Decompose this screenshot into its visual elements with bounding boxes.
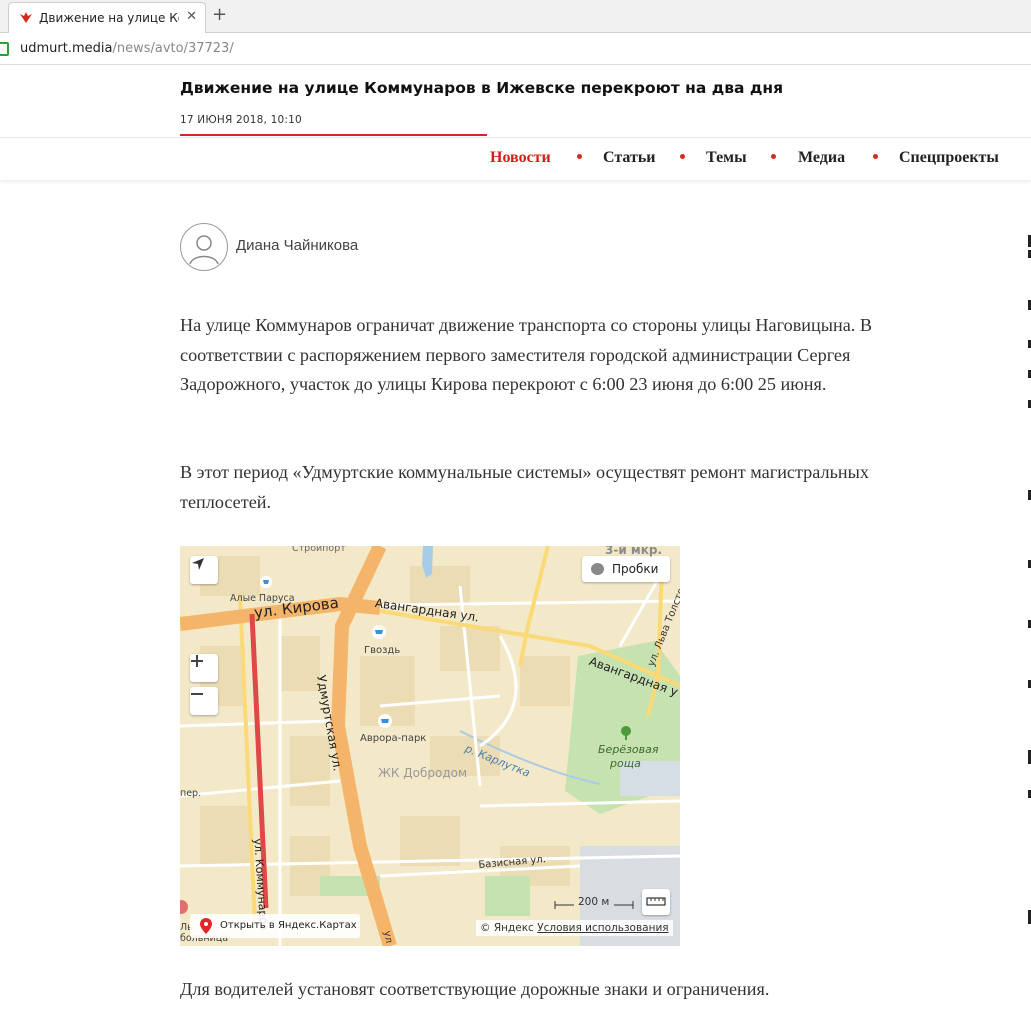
map-label: Стройпорт <box>292 546 346 554</box>
traffic-button[interactable]: Пробки <box>582 556 670 582</box>
secure-lock-icon <box>0 42 9 56</box>
map-label: роща <box>610 757 641 770</box>
article-title: Движение на улице Коммунаров в Ижевске п… <box>180 79 784 97</box>
close-tab-icon[interactable]: ✕ <box>186 9 197 24</box>
nav-item-media[interactable]: Медиа <box>798 149 845 167</box>
article-paragraph: В этот период «Удмуртские коммунальные с… <box>180 462 869 512</box>
map-label: ул <box>381 930 395 945</box>
nav-separator-dot <box>680 154 685 159</box>
nav-separator-dot <box>771 154 776 159</box>
author-avatar[interactable] <box>180 223 228 271</box>
nav-item-news[interactable]: Новости <box>490 149 551 167</box>
plus-icon <box>191 655 203 667</box>
scale-label: 200 м <box>578 896 610 908</box>
traffic-label: Пробки <box>612 562 659 576</box>
zoom-in-button[interactable] <box>190 654 218 682</box>
minus-icon <box>191 693 203 695</box>
nav-item-articles[interactable]: Статьи <box>603 149 656 167</box>
map-copyright: © Яндекс Условия использования <box>476 920 673 936</box>
map-label: 3-й мкр. <box>605 546 663 557</box>
map-label: Аврора-парк <box>360 733 427 744</box>
tab-title: Движение на улице Комм <box>39 11 179 25</box>
article-date: 17 ИЮНЯ 2018, 10:10 <box>180 114 302 126</box>
reading-progress-bar <box>180 134 487 136</box>
article-paragraph: Для водителей установят соответствующие … <box>180 979 770 999</box>
author-name[interactable]: Диана Чайникова <box>236 237 358 254</box>
map-label: пер. <box>180 788 202 799</box>
copyright-text: © Яндекс <box>480 922 534 934</box>
nav-separator-dot <box>873 154 878 159</box>
zoom-out-button[interactable] <box>190 687 218 715</box>
open-in-yandex-maps-link[interactable]: Открыть в Яндекс.Картах <box>190 914 360 938</box>
nav-item-special[interactable]: Спецпроекты <box>899 149 999 167</box>
nav-separator-dot <box>577 154 582 159</box>
map-label: ЖК Добродом <box>378 766 468 780</box>
article-paragraph: На улице Коммунаров ограничат движение т… <box>180 315 873 394</box>
address-bar[interactable]: udmurt.media/news/avto/37723/ <box>0 33 1031 65</box>
url-host: udmurt.media <box>20 41 113 56</box>
terms-link[interactable]: Условия использования <box>537 922 668 934</box>
navigation-arrow-icon <box>192 558 204 570</box>
new-tab-button[interactable]: + <box>212 4 227 25</box>
traffic-icon <box>591 563 604 575</box>
ruler-button[interactable] <box>642 889 670 915</box>
url-path: /news/avto/37723/ <box>112 41 234 56</box>
browser-tab[interactable]: Движение на улице Комм ✕ <box>8 2 206 33</box>
map-label: Берёзовая <box>598 743 659 756</box>
browser-tab-bar: Движение на улице Комм ✕ + <box>0 0 1031 33</box>
map-label: Гвоздь <box>364 645 401 656</box>
url-text[interactable]: udmurt.media/news/avto/37723/ <box>20 41 234 56</box>
nav-item-topics[interactable]: Темы <box>706 149 747 167</box>
ruler-icon <box>646 897 666 906</box>
geolocation-button[interactable] <box>190 556 218 584</box>
open-link-label: Открыть в Яндекс.Картах <box>220 920 357 931</box>
user-icon <box>189 235 219 265</box>
site-favicon-icon <box>19 11 33 30</box>
main-nav: Новости Статьи Темы Медиа Спецпроекты <box>0 138 1031 180</box>
yandex-map[interactable]: Пробки Стройпорт 3-й мкр. Алые Паруса ул… <box>180 546 680 946</box>
